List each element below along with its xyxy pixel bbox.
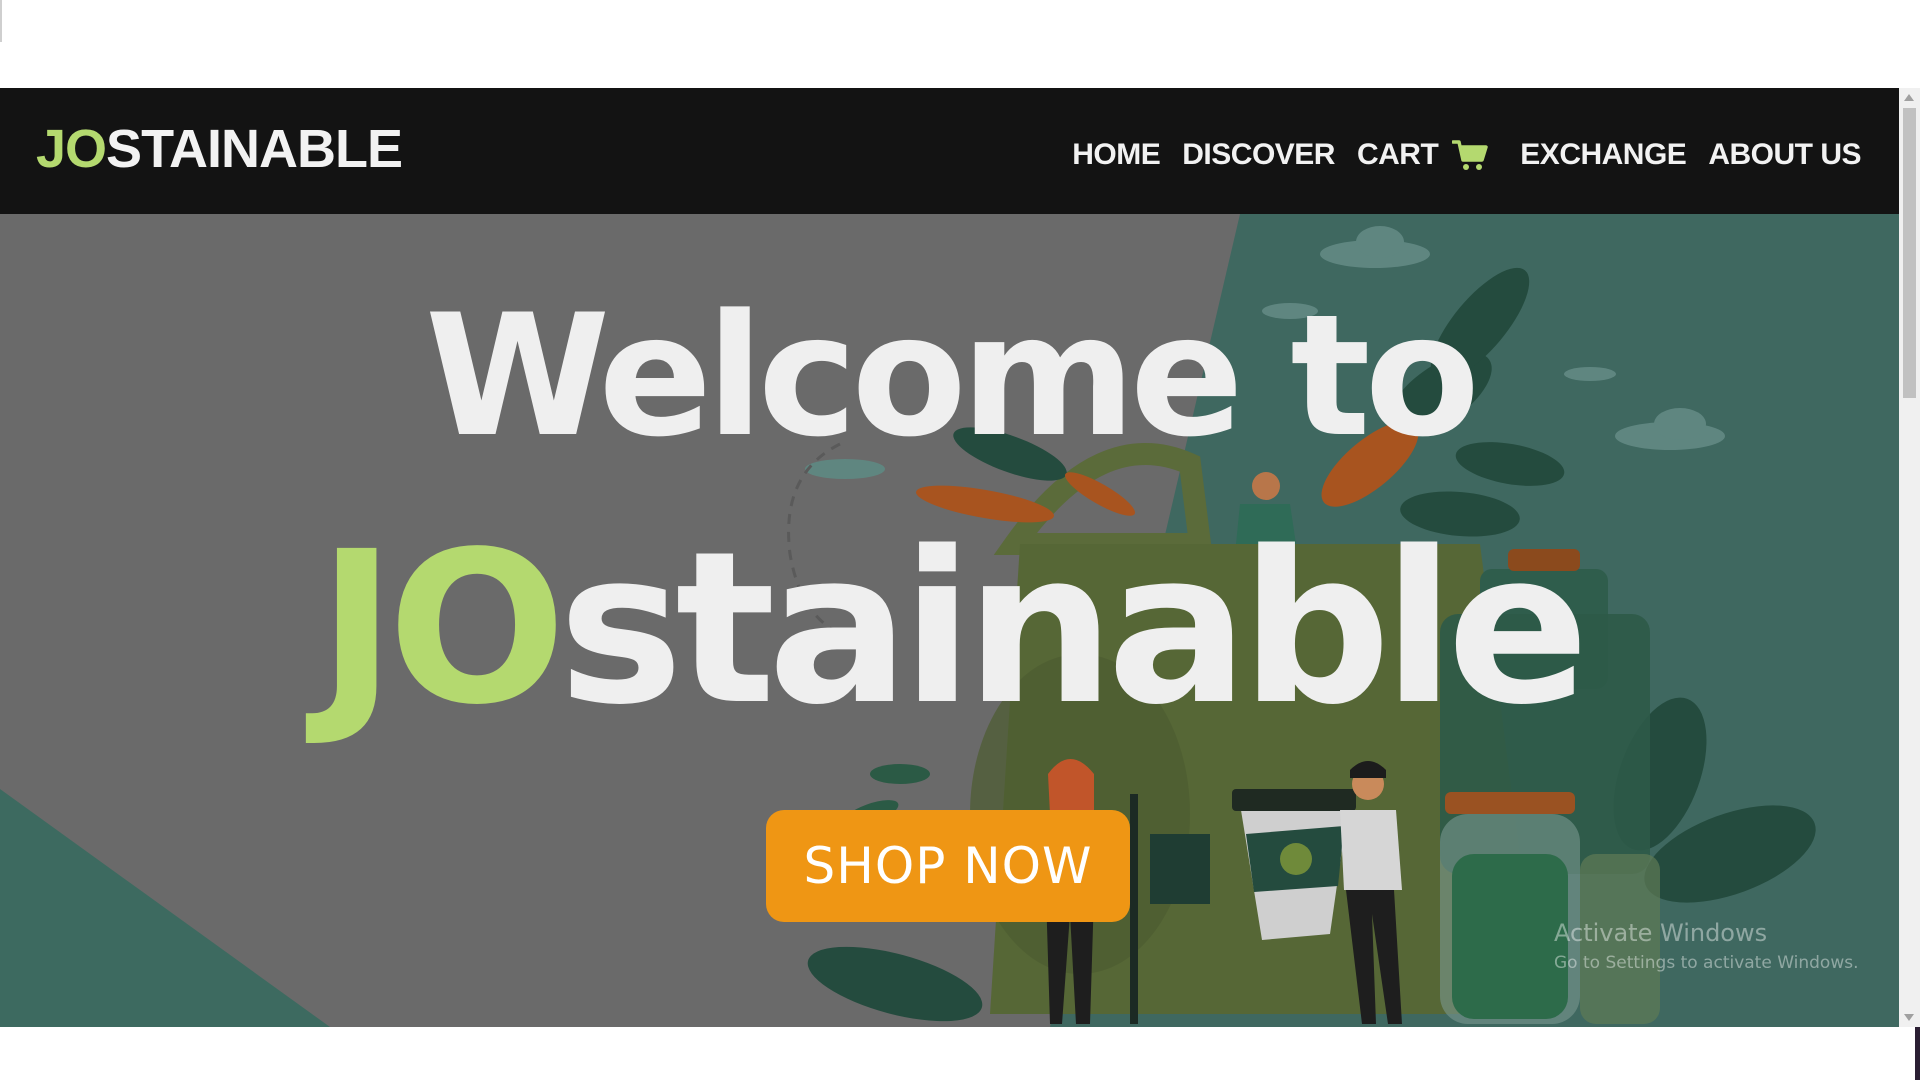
hero-section: Welcome to JOstainable SHOP NOW Activate… (0, 214, 1899, 1027)
hero-brand-prefix: JO (317, 506, 567, 751)
hero-brand-rest: stainable (558, 506, 1589, 751)
scroll-up-arrow-icon[interactable] (1904, 94, 1914, 101)
main-nav: HOME DISCOVER CART EXCHANGE ABOUT US (1072, 138, 1861, 172)
navbar: JOSTAINABLE HOME DISCOVER CART EXCHANGE … (0, 88, 1899, 214)
hero-brand-heading: JOstainable (0, 524, 1899, 734)
shop-now-button[interactable]: SHOP NOW (766, 810, 1130, 922)
browser-bottom-area (0, 1027, 1920, 1080)
nav-cart[interactable]: CART (1357, 138, 1498, 172)
nav-cart-label: CART (1356, 138, 1439, 171)
nav-about-us[interactable]: ABOUT US (1708, 138, 1861, 172)
browser-edge (0, 0, 2, 42)
window-edge (1915, 1027, 1920, 1080)
logo-rest: STAINABLE (106, 119, 403, 179)
scroll-thumb[interactable] (1903, 108, 1916, 398)
browser-top-area (0, 0, 1920, 88)
windows-activation-watermark: Activate Windows Go to Settings to activ… (1554, 919, 1859, 973)
site-logo[interactable]: JOSTAINABLE (36, 119, 403, 179)
shopping-cart-icon (1452, 140, 1489, 170)
watermark-subtitle: Go to Settings to activate Windows. (1554, 953, 1859, 973)
nav-home[interactable]: HOME (1072, 138, 1161, 172)
page-viewport: JOSTAINABLE HOME DISCOVER CART EXCHANGE … (0, 88, 1899, 1027)
logo-prefix: JO (36, 119, 107, 179)
vertical-scrollbar[interactable] (1899, 88, 1920, 1027)
nav-exchange[interactable]: EXCHANGE (1520, 138, 1687, 172)
nav-discover[interactable]: DISCOVER (1182, 138, 1335, 172)
watermark-title: Activate Windows (1554, 919, 1768, 947)
scroll-down-arrow-icon[interactable] (1904, 1014, 1914, 1021)
hero-welcome-heading: Welcome to (424, 278, 1480, 474)
